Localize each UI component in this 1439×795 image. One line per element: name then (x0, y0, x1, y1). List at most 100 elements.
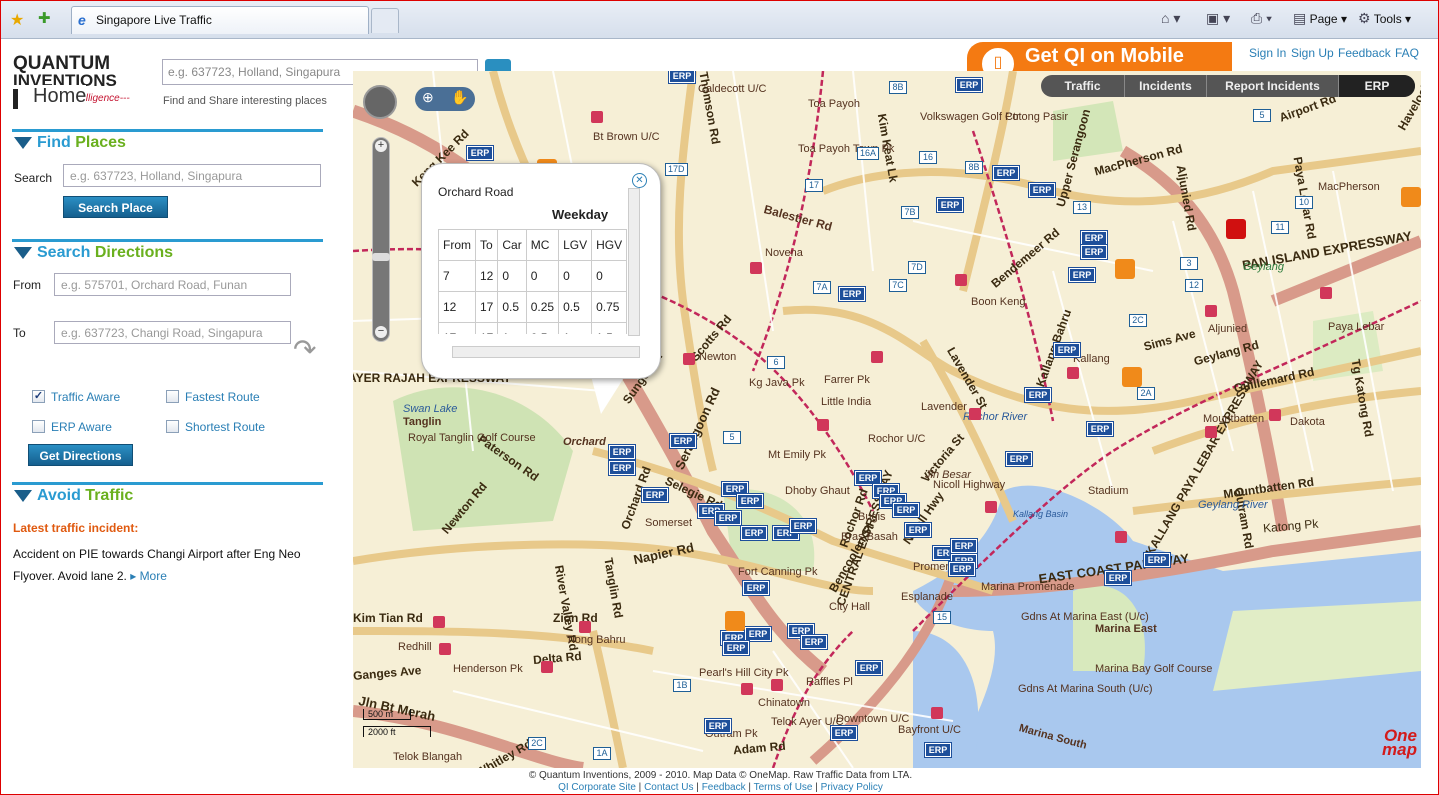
tools-menu[interactable]: ⚙ Tools ▾ (1358, 10, 1411, 27)
incident-icon[interactable] (1122, 367, 1142, 387)
footer-link-contact[interactable]: Contact Us (644, 782, 693, 793)
mrt-station-icon[interactable] (433, 616, 445, 628)
erp-marker[interactable]: ERP (855, 660, 883, 676)
add-favorites-icon[interactable]: ✚ (38, 9, 51, 27)
erp-marker[interactable]: ERP (1028, 182, 1056, 198)
zoom-in-button[interactable]: + (375, 140, 387, 152)
faq-link[interactable]: FAQ (1395, 46, 1419, 60)
erp-marker[interactable]: ERP (1143, 552, 1171, 568)
to-input[interactable]: e.g. 637723, Changi Road, Singapura (54, 321, 291, 344)
mrt-station-icon[interactable] (1269, 409, 1281, 421)
mrt-station-icon[interactable] (439, 643, 451, 655)
erp-marker[interactable]: ERP (466, 145, 494, 161)
erp-marker[interactable]: ERP (1080, 244, 1108, 260)
close-icon[interactable]: ✕ (632, 173, 647, 188)
erp-marker[interactable]: ERP (744, 626, 772, 642)
accident-icon[interactable] (1226, 219, 1246, 239)
incident-icon[interactable] (1401, 187, 1421, 207)
footer-link-feedback[interactable]: Feedback (702, 782, 746, 793)
mrt-station-icon[interactable] (683, 353, 695, 365)
erp-marker[interactable]: ERP (838, 286, 866, 302)
footer-link-terms[interactable]: Terms of Use (754, 782, 813, 793)
mrt-station-icon[interactable] (969, 408, 981, 420)
erp-marker[interactable]: ERP (854, 470, 882, 486)
swap-direction-icon[interactable]: ↷ (293, 333, 316, 366)
footer-link-privacy[interactable]: Privacy Policy (821, 782, 883, 793)
find-places-header[interactable]: Find Places (12, 129, 323, 153)
erp-marker[interactable]: ERP (830, 725, 858, 741)
mrt-station-icon[interactable] (1205, 305, 1217, 317)
mrt-station-icon[interactable] (591, 111, 603, 123)
tab-report-incidents[interactable]: Report Incidents (1207, 75, 1339, 97)
zoom-pan-tools[interactable]: ⊕ ✋ (415, 87, 475, 111)
sign-up-link[interactable]: Sign Up (1291, 46, 1334, 60)
incident-icon[interactable] (725, 611, 745, 631)
tab-traffic[interactable]: Traffic (1041, 75, 1125, 97)
erp-marker[interactable]: ERP (789, 518, 817, 534)
erp-marker[interactable]: ERP (1086, 421, 1114, 437)
mrt-station-icon[interactable] (955, 274, 967, 286)
shortest-route-checkbox[interactable] (166, 420, 179, 433)
pan-control[interactable] (363, 85, 397, 119)
mrt-station-icon[interactable] (771, 679, 783, 691)
sign-in-link[interactable]: Sign In (1249, 46, 1286, 60)
erp-marker[interactable]: ERP (924, 742, 952, 758)
mrt-station-icon[interactable] (1115, 531, 1127, 543)
avoid-traffic-header[interactable]: Avoid Traffic (12, 482, 323, 506)
browser-tab[interactable]: e Singapore Live Traffic (71, 6, 369, 34)
traffic-aware-checkbox[interactable]: ✓ (32, 390, 45, 403)
erp-marker[interactable]: ERP (955, 77, 983, 93)
more-link[interactable]: ▸ More (130, 569, 167, 583)
erp-marker[interactable]: ERP (608, 460, 636, 476)
get-directions-button[interactable]: Get Directions (28, 444, 133, 466)
erp-marker[interactable]: ERP (608, 444, 636, 460)
zoom-handle[interactable] (372, 253, 390, 261)
erp-marker[interactable]: ERP (992, 165, 1020, 181)
mrt-station-icon[interactable] (1320, 287, 1332, 299)
mrt-station-icon[interactable] (817, 419, 829, 431)
search-place-button[interactable]: Search Place (63, 196, 168, 218)
zoom-out-button[interactable]: − (375, 326, 387, 338)
erp-marker[interactable]: ERP (742, 580, 770, 596)
erp-marker[interactable]: ERP (668, 71, 696, 84)
feeds-icon[interactable]: ▣ ▾ (1206, 10, 1230, 27)
erp-marker[interactable]: ERP (1104, 570, 1132, 586)
page-menu[interactable]: ▤ Page ▾ (1293, 10, 1347, 27)
mrt-station-icon[interactable] (985, 501, 997, 513)
popup-horizontal-scrollbar[interactable] (452, 346, 640, 358)
erp-marker[interactable]: ERP (800, 634, 828, 650)
tab-erp[interactable]: ERP (1339, 75, 1415, 97)
mrt-station-icon[interactable] (741, 683, 753, 695)
erp-marker[interactable]: ERP (948, 561, 976, 577)
erp-marker[interactable]: ERP (904, 522, 932, 538)
erp-marker[interactable]: ERP (736, 493, 764, 509)
hand-pan-icon[interactable]: ✋ (451, 89, 468, 106)
popup-vertical-scrollbar[interactable] (628, 188, 640, 336)
erp-marker[interactable]: ERP (1053, 342, 1081, 358)
mrt-station-icon[interactable] (1205, 426, 1217, 438)
erp-marker[interactable]: ERP (1005, 451, 1033, 467)
search-directions-header[interactable]: Search Directions (12, 239, 323, 263)
mrt-station-icon[interactable] (1067, 367, 1079, 379)
erp-marker[interactable]: ERP (740, 525, 768, 541)
zoom-box-icon[interactable]: ⊕ (422, 89, 434, 106)
erp-marker[interactable]: ERP (1080, 230, 1108, 246)
erp-marker[interactable]: ERP (669, 433, 697, 449)
tab-incidents[interactable]: Incidents (1125, 75, 1207, 97)
mrt-station-icon[interactable] (931, 707, 943, 719)
zoom-slider[interactable]: + − (372, 137, 390, 342)
feedback-link[interactable]: Feedback (1338, 46, 1391, 60)
erp-marker[interactable]: ERP (950, 538, 978, 554)
footer-link-corporate[interactable]: QI Corporate Site (558, 782, 636, 793)
mrt-station-icon[interactable] (871, 351, 883, 363)
mrt-station-icon[interactable] (541, 661, 553, 673)
favorites-star-icon[interactable]: ★ (10, 10, 24, 30)
home-icon[interactable]: ⌂ ▾ (1161, 10, 1180, 27)
mrt-station-icon[interactable] (579, 621, 591, 633)
erp-marker[interactable]: ERP (704, 718, 732, 734)
erp-marker[interactable]: ERP (892, 502, 920, 518)
from-input[interactable]: e.g. 575701, Orchard Road, Funan (54, 273, 291, 296)
new-tab-button[interactable] (371, 8, 399, 33)
home-link[interactable]: Home (13, 85, 87, 109)
erp-marker[interactable]: ERP (714, 510, 742, 526)
